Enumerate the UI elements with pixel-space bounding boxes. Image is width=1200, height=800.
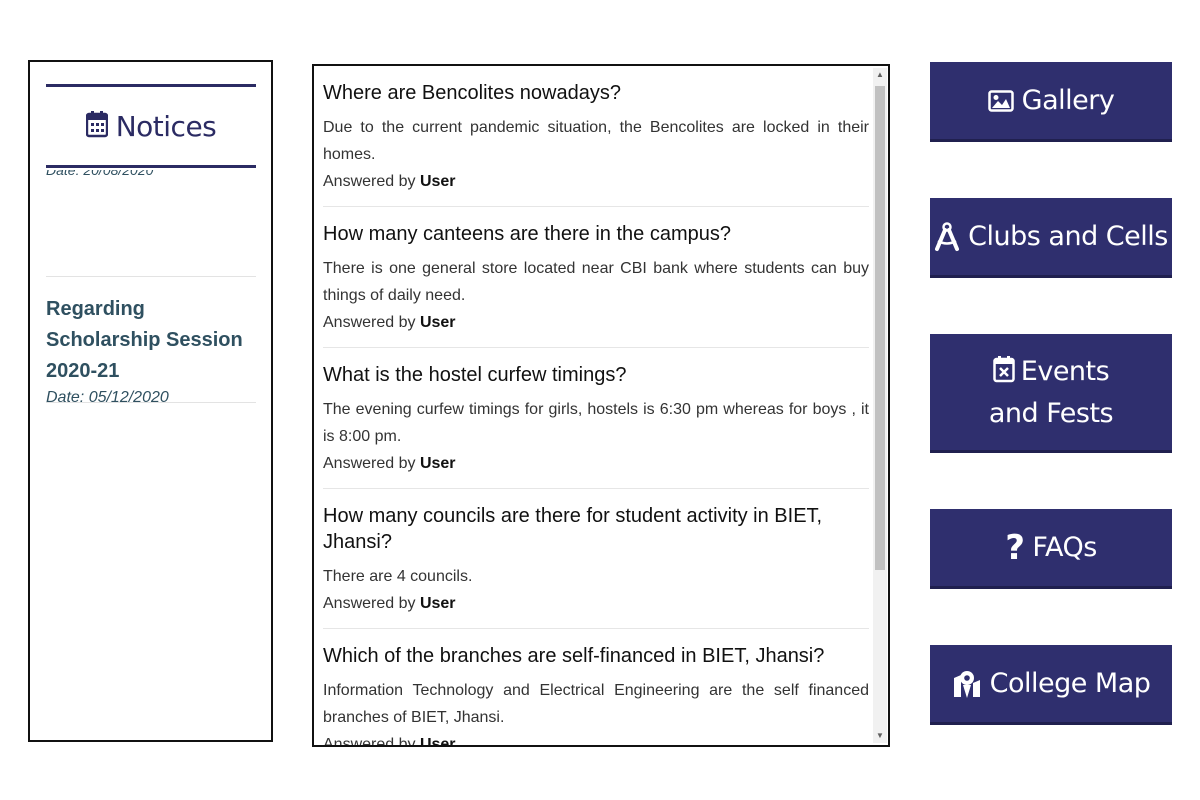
notice-divider [46, 276, 256, 277]
image-icon [987, 89, 1014, 112]
faq-answer: Information Technology and Electrical En… [323, 682, 869, 726]
answered-by-user: User [419, 455, 456, 472]
notice-title[interactable]: Regarding Scholarship Session 2020-21 [46, 294, 256, 387]
answered-by-user: User [419, 314, 456, 331]
notices-title: Notices [115, 109, 217, 143]
faq-answer: Due to the current pandemic situation, t… [323, 119, 869, 163]
faq-item: Which of the branches are self-financed … [323, 629, 869, 747]
answered-by-label: Answered by [323, 595, 416, 612]
calendar-icon [85, 110, 108, 143]
gallery-button[interactable]: Gallery [930, 62, 1172, 142]
college-map-label: College Map [989, 668, 1151, 699]
notice-item[interactable]: Regarding Scholarship Session 2020-21 Da… [46, 294, 256, 407]
answered-by-user: User [419, 595, 456, 612]
faq-list: Where are Bencolites nowadays? Due to th… [323, 66, 869, 747]
scroll-thumb[interactable] [875, 86, 885, 570]
faq-question: Which of the branches are self-financed … [323, 645, 825, 667]
faq-question: What is the hostel curfew timings? [323, 364, 627, 386]
gallery-label: Gallery [1021, 85, 1115, 116]
college-map-button[interactable]: College Map [930, 645, 1172, 725]
faq-panel[interactable]: Where are Bencolites nowadays? Due to th… [312, 64, 890, 747]
faq-question: How many canteens are there in the campu… [323, 223, 731, 245]
faq-answered-by: Answered by User [323, 168, 869, 195]
events-and-fests-label: Events and Fests [980, 352, 1122, 433]
faq-question: How many councils are there for student … [323, 505, 823, 553]
faq-item: Where are Bencolites nowadays? Due to th… [323, 66, 869, 207]
faqs-label: FAQs [1032, 532, 1097, 563]
faq-answered-by: Answered by User [323, 309, 869, 336]
notice-date: Date: 05/12/2020 [46, 389, 169, 406]
faq-answer: There are 4 councils. [323, 568, 473, 585]
answered-by-user: User [419, 173, 456, 190]
faq-item: How many canteens are there in the campu… [323, 207, 869, 348]
events-and-fests-button[interactable]: Events and Fests [930, 334, 1172, 453]
faq-item: What is the hostel curfew timings? The e… [323, 348, 869, 489]
faq-item: How many councils are there for student … [323, 489, 869, 629]
faq-answered-by: Answered by User [323, 731, 869, 747]
answered-by-label: Answered by [323, 736, 416, 747]
faq-question: Where are Bencolites nowadays? [323, 82, 621, 104]
notice-date-partial: Date: 20/08/2020 [46, 170, 154, 178]
faq-answered-by: Answered by User [323, 450, 869, 477]
scroll-up-icon[interactable]: ▲ [873, 68, 887, 82]
clubs-and-cells-button[interactable]: Clubs and Cells [930, 198, 1172, 278]
scroll-down-icon[interactable]: ▼ [873, 729, 887, 743]
faq-scrollbar[interactable]: ▲ ▼ [873, 68, 887, 743]
faq-answer: There is one general store located near … [323, 260, 869, 304]
faq-answer: The evening curfew timings for girls, ho… [323, 401, 869, 445]
clubs-and-cells-label: Clubs and Cells [968, 221, 1168, 252]
notices-panel: Notices Date: 20/08/2020 Regarding Schol… [28, 60, 273, 742]
answered-by-label: Answered by [323, 173, 416, 190]
notice-divider [46, 402, 256, 403]
answered-by-label: Answered by [323, 455, 416, 472]
calendar-x-icon [993, 355, 1015, 394]
faqs-button[interactable]: ? FAQs [930, 509, 1172, 589]
notices-scroll-area[interactable]: Date: 20/08/2020 Regarding Scholarship S… [46, 170, 256, 740]
answered-by-user: User [419, 736, 456, 747]
faq-answered-by: Answered by User [323, 590, 869, 617]
notices-header: Notices [46, 84, 256, 168]
question-icon: ? [1005, 527, 1025, 568]
answered-by-label: Answered by [323, 314, 416, 331]
compass-drafting-icon [934, 221, 960, 252]
map-location-icon [952, 669, 982, 699]
